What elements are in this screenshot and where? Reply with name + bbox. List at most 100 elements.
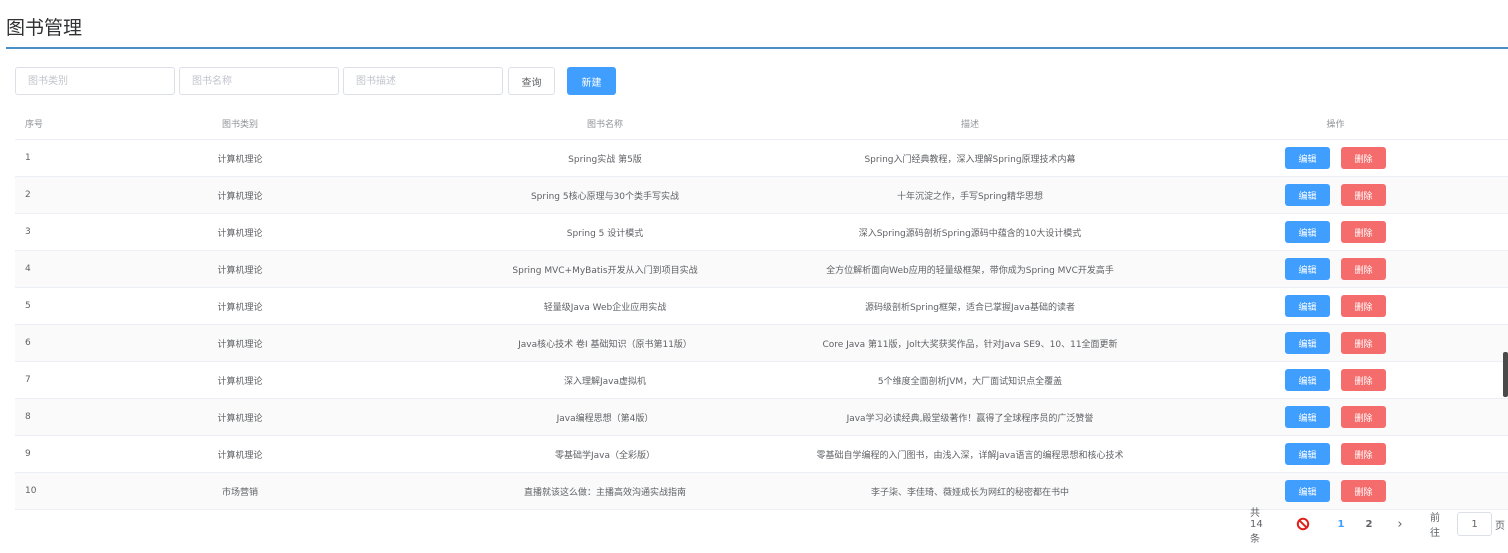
delete-button[interactable]: 删除: [1341, 332, 1386, 354]
edit-button[interactable]: 编辑: [1285, 480, 1330, 502]
table-row: 4 计算机理论 Spring MVC+MyBatis开发从入门到项目实战 全方位解析面…: [15, 251, 1508, 288]
row-actions: 编辑 删除: [1285, 473, 1386, 509]
category-search-input[interactable]: [15, 67, 175, 95]
header-description: 描述: [960, 119, 979, 130]
books-table: 序号 图书类别 图书名称 描述 操作 1 计算机理论 Spring实战 第5版 Spr…: [15, 107, 1508, 510]
row-index: 3: [25, 227, 31, 237]
row-book-name: 轻量级Java Web企业应用实战: [543, 302, 667, 313]
edit-button[interactable]: 编辑: [1285, 295, 1330, 317]
row-index: 5: [25, 301, 31, 311]
row-book-name: 深入理解Java虚拟机: [563, 376, 646, 387]
row-actions: 编辑 删除: [1285, 177, 1386, 213]
row-description: 零基础自学编程的入门图书，由浅入深，详解Java语言的编程思想和核心技术: [816, 450, 1124, 461]
delete-button[interactable]: 删除: [1341, 184, 1386, 206]
scrollbar-thumb[interactable]: [1503, 352, 1508, 397]
row-index: 10: [25, 486, 37, 496]
page-number-2[interactable]: 2: [1361, 512, 1377, 536]
row-description: Spring入门经典教程，深入理解Spring原理技术内幕: [864, 154, 1076, 165]
delete-button[interactable]: 删除: [1341, 221, 1386, 243]
page-title: 图书管理: [6, 17, 83, 39]
query-button[interactable]: 查询: [508, 67, 555, 95]
row-category: 计算机理论: [217, 154, 263, 165]
table-row: 9 计算机理论 零基础学Java（全彩版） 零基础自学编程的入门图书，由浅入深，详解J…: [15, 436, 1508, 473]
row-category: 计算机理论: [217, 413, 263, 424]
edit-button[interactable]: 编辑: [1285, 258, 1330, 280]
table-row: 7 计算机理论 深入理解Java虚拟机 5个维度全面剖析JVM，大厂面试知识点全覆盖 编…: [15, 362, 1508, 399]
delete-button[interactable]: 删除: [1341, 443, 1386, 465]
row-description: 李子柒、李佳琦、薇娅成长为网红的秘密都在书中: [870, 487, 1069, 498]
row-index: 9: [25, 449, 31, 459]
row-category: 市场营销: [221, 487, 258, 498]
row-index: 1: [25, 153, 31, 163]
delete-button[interactable]: 删除: [1341, 480, 1386, 502]
row-book-name: Java编程思想（第4版）: [556, 413, 654, 424]
page-number-1[interactable]: 1: [1333, 512, 1349, 536]
table-row: 5 计算机理论 轻量级Java Web企业应用实战 源码级剖析Spring框架，适合已…: [15, 288, 1508, 325]
header-name: 图书名称: [586, 119, 623, 130]
row-category: 计算机理论: [217, 191, 263, 202]
title-divider: [6, 47, 1508, 49]
not-allowed-icon: [1295, 512, 1311, 536]
description-search-input[interactable]: [343, 67, 503, 95]
table-row: 3 计算机理论 Spring 5 设计模式 深入Spring源码剖析Spring源码中…: [15, 214, 1508, 251]
row-book-name: Spring实战 第5版: [568, 154, 642, 165]
row-category: 计算机理论: [217, 302, 263, 313]
pagination-total: 共 14 条: [1250, 507, 1263, 545]
table-row: 6 计算机理论 Java核心技术 卷I 基础知识（原书第11版） Core Java …: [15, 325, 1508, 362]
table-row: 8 计算机理论 Java编程思想（第4版） Java学习必读经典,殿堂级著作！赢得了全…: [15, 399, 1508, 436]
new-button[interactable]: 新建: [567, 67, 616, 95]
header-actions: 操作: [1326, 119, 1345, 130]
delete-button[interactable]: 删除: [1341, 147, 1386, 169]
row-description: Core Java 第11版，Jolt大奖获奖作品，针对Java SE9、10、…: [822, 339, 1118, 350]
row-book-name: Spring 5核心原理与30个类手写实战: [530, 191, 680, 202]
edit-button[interactable]: 编辑: [1285, 369, 1330, 391]
row-book-name: Java核心技术 卷I 基础知识（原书第11版）: [518, 339, 692, 350]
row-description: 全方位解析面向Web应用的轻量级框架，带你成为Spring MVC开发高手: [826, 265, 1114, 276]
table-row: 1 计算机理论 Spring实战 第5版 Spring入门经典教程，深入理解Sprin…: [15, 140, 1508, 177]
page-jump-input[interactable]: 1: [1457, 512, 1492, 536]
edit-button[interactable]: 编辑: [1285, 184, 1330, 206]
row-index: 8: [25, 412, 31, 422]
row-description: 十年沉淀之作，手写Spring精华思想: [896, 191, 1044, 202]
row-book-name: Spring MVC+MyBatis开发从入门到项目实战: [512, 265, 698, 276]
row-description: Java学习必读经典,殿堂级著作！赢得了全球程序员的广泛赞誉: [846, 413, 1094, 424]
header-index: 序号: [25, 119, 44, 130]
row-actions: 编辑 删除: [1285, 251, 1386, 287]
row-actions: 编辑 删除: [1285, 399, 1386, 435]
row-book-name: Spring 5 设计模式: [566, 228, 644, 239]
delete-button[interactable]: 删除: [1341, 369, 1386, 391]
row-book-name: 直播就该这么做：主播高效沟通实战指南: [523, 487, 686, 498]
row-category: 计算机理论: [217, 265, 263, 276]
row-actions: 编辑 删除: [1285, 325, 1386, 361]
table-body: 1 计算机理论 Spring实战 第5版 Spring入门经典教程，深入理解Sprin…: [15, 140, 1508, 510]
row-category: 计算机理论: [217, 228, 263, 239]
row-index: 6: [25, 338, 31, 348]
row-actions: 编辑 删除: [1285, 288, 1386, 324]
row-description: 源码级剖析Spring框架，适合已掌握Java基础的读者: [864, 302, 1076, 313]
row-description: 5个维度全面剖析JVM，大厂面试知识点全覆盖: [877, 376, 1063, 387]
delete-button[interactable]: 删除: [1341, 258, 1386, 280]
row-index: 4: [25, 264, 31, 274]
edit-button[interactable]: 编辑: [1285, 332, 1330, 354]
row-index: 2: [25, 190, 31, 200]
row-actions: 编辑 删除: [1285, 214, 1386, 250]
row-actions: 编辑 删除: [1285, 436, 1386, 472]
row-index: 7: [25, 375, 31, 385]
table-row: 10 市场营销 直播就该这么做：主播高效沟通实战指南 李子柒、李佳琦、薇娅成长为网红的…: [15, 473, 1508, 510]
name-search-input[interactable]: [179, 67, 339, 95]
edit-button[interactable]: 编辑: [1285, 147, 1330, 169]
delete-button[interactable]: 删除: [1341, 406, 1386, 428]
edit-button[interactable]: 编辑: [1285, 406, 1330, 428]
row-actions: 编辑 删除: [1285, 140, 1386, 176]
page-unit-label: 页: [1495, 520, 1505, 532]
edit-button[interactable]: 编辑: [1285, 221, 1330, 243]
table-row: 2 计算机理论 Spring 5核心原理与30个类手写实战 十年沉淀之作，手写Spri…: [15, 177, 1508, 214]
row-category: 计算机理论: [217, 450, 263, 461]
chevron-right-icon[interactable]: ›: [1393, 512, 1407, 536]
row-category: 计算机理论: [217, 339, 263, 350]
row-actions: 编辑 删除: [1285, 362, 1386, 398]
row-category: 计算机理论: [217, 376, 263, 387]
delete-button[interactable]: 删除: [1341, 295, 1386, 317]
edit-button[interactable]: 编辑: [1285, 443, 1330, 465]
row-description: 深入Spring源码剖析Spring源码中蕴含的10大设计模式: [858, 228, 1082, 239]
